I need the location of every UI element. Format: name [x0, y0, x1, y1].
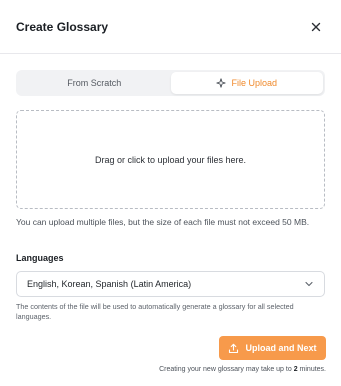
languages-selected-value: English, Korean, Spanish (Latin America) — [27, 279, 192, 289]
close-button[interactable] — [309, 20, 323, 34]
upload-icon — [228, 343, 239, 354]
duration-note-prefix: Creating your new glossary may take up t… — [159, 366, 294, 373]
create-glossary-dialog: Create Glossary From Scratch File Upload… — [0, 0, 341, 386]
dropzone-text: Drag or click to upload your files here. — [94, 154, 247, 165]
duration-note: Creating your new glossary may take up t… — [159, 366, 326, 373]
close-icon — [311, 22, 321, 32]
languages-label: Languages — [16, 253, 64, 263]
source-tabs: From Scratch File Upload — [16, 70, 325, 96]
chevron-down-icon — [304, 279, 314, 289]
file-dropzone[interactable]: Drag or click to upload your files here. — [16, 110, 325, 209]
tab-from-scratch-label: From Scratch — [67, 78, 122, 88]
sparkle-icon — [216, 78, 227, 88]
dialog-header: Create Glossary — [0, 0, 341, 54]
file-size-note: You can upload multiple files, but the s… — [16, 217, 310, 227]
languages-help-text: The contents of the file will be used to… — [16, 302, 294, 321]
tab-file-upload-label: File Upload — [231, 78, 278, 88]
upload-and-next-button[interactable]: Upload and Next — [219, 336, 326, 360]
languages-select[interactable]: English, Korean, Spanish (Latin America) — [16, 271, 325, 297]
tab-from-scratch[interactable]: From Scratch — [18, 72, 171, 94]
duration-note-suffix: minutes. — [297, 366, 326, 373]
dialog-title: Create Glossary — [16, 20, 109, 34]
tab-file-upload[interactable]: File Upload — [170, 72, 323, 94]
upload-and-next-label: Upload and Next — [245, 343, 317, 353]
